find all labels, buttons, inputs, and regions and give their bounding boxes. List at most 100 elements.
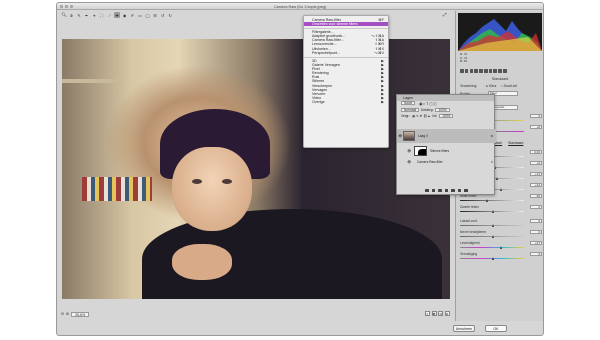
filter-eye-icon[interactable]: 👁︎ bbox=[397, 149, 411, 153]
crop-icon[interactable]: ⛶ bbox=[99, 12, 105, 18]
menu-item-label: Omzetten voor slimme filters bbox=[312, 22, 358, 27]
tool-bar: 🔍︎ ✋︎ ✎ ✒ ⌖ ⛶ ⟋ ✚ ◉ ✐ ▭ ◯ ☰ ↺ ↻ bbox=[57, 10, 457, 20]
view-copy-icon[interactable]: ⇉ bbox=[438, 311, 443, 316]
lens-tab-icon[interactable] bbox=[483, 69, 488, 73]
lock-label: Vergr.: bbox=[401, 114, 411, 118]
view-before-after-icon[interactable]: ▯ bbox=[425, 311, 430, 316]
menu-item[interactable]: Overige ▶ bbox=[304, 100, 388, 104]
treatment-bw-radio[interactable]: ○ Zwart-wit bbox=[501, 84, 517, 88]
zoom-tool-icon[interactable]: 🔍︎ bbox=[61, 12, 67, 18]
slider-knob[interactable] bbox=[500, 245, 502, 249]
default-link[interactable]: Standaard bbox=[508, 141, 523, 145]
graduated-filter-icon[interactable]: ▭ bbox=[137, 12, 143, 18]
camera-raw-filter-row[interactable]: 👁︎ Camera Raw-filter ≡ bbox=[397, 159, 496, 165]
rotate-right-icon[interactable]: ↻ bbox=[167, 12, 173, 18]
slider-value[interactable]: 0 bbox=[530, 251, 542, 256]
slider-knob[interactable] bbox=[486, 198, 488, 202]
view-swap-icon[interactable]: ⇄ bbox=[431, 311, 437, 316]
detail-tab-icon[interactable] bbox=[469, 69, 474, 73]
filter2-eye-icon[interactable]: 👁︎ bbox=[397, 160, 411, 164]
red-eye-icon[interactable]: ◉ bbox=[122, 12, 128, 18]
rotate-left-icon[interactable]: ↺ bbox=[160, 12, 166, 18]
slider-value[interactable]: +5 bbox=[530, 160, 542, 165]
fill-value[interactable]: 100% bbox=[439, 113, 454, 119]
hand-tool-icon[interactable]: ✋︎ bbox=[69, 12, 75, 18]
slider-knob[interactable] bbox=[492, 256, 494, 260]
group-icon[interactable] bbox=[451, 188, 455, 193]
zoom-out-icon[interactable]: ⊟ bbox=[61, 312, 64, 316]
presets-tab-icon[interactable] bbox=[498, 69, 502, 73]
fullscreen-icon[interactable]: ⤢ bbox=[443, 12, 450, 18]
hsl-tab-icon[interactable] bbox=[474, 69, 478, 73]
slider-value[interactable]: 0 bbox=[530, 204, 542, 209]
slider-track[interactable] bbox=[460, 234, 524, 238]
tint-value[interactable]: +8 bbox=[530, 124, 542, 129]
snapshots-tab-icon[interactable] bbox=[503, 69, 507, 73]
split-tab-icon[interactable] bbox=[479, 69, 483, 73]
view-buttons: ▯ ⇄ ⇉ ⧉ bbox=[425, 311, 450, 316]
color-sampler-icon[interactable]: ✒ bbox=[84, 12, 90, 18]
slider-knob[interactable] bbox=[492, 234, 494, 238]
slider-track[interactable] bbox=[460, 209, 524, 213]
slider-knob[interactable] bbox=[492, 209, 494, 213]
slider-track[interactable] bbox=[460, 223, 524, 227]
white-balance-icon[interactable]: ✎ bbox=[76, 12, 82, 18]
preferences-icon[interactable]: ☰ bbox=[152, 12, 158, 18]
slider-value[interactable]: 0,00 bbox=[530, 149, 542, 154]
cancel-button[interactable]: Annuleren bbox=[453, 325, 475, 332]
effects-tab-icon[interactable] bbox=[488, 69, 493, 73]
calibration-tab-icon[interactable] bbox=[493, 69, 498, 73]
menu-item-shortcut: ⌥⌘V bbox=[373, 50, 384, 55]
opacity-value[interactable]: 100% bbox=[435, 107, 450, 113]
slider-value[interactable]: +34 bbox=[530, 182, 542, 187]
link-icon[interactable] bbox=[424, 188, 429, 193]
layer-kind-select[interactable]: Soort bbox=[401, 101, 416, 106]
slider-track[interactable] bbox=[460, 198, 524, 202]
blend-mode-select[interactable]: Normaal bbox=[401, 107, 420, 113]
panel-title: Standaard bbox=[491, 77, 509, 81]
zoom-level[interactable]: 35,6% bbox=[71, 311, 90, 317]
adjustment-brush-icon[interactable]: ✐ bbox=[129, 12, 135, 18]
ok-button[interactable]: OK bbox=[485, 325, 507, 332]
layer-thumbnail bbox=[403, 131, 415, 141]
camera-raw-window: Camera Raw (Do 3 kopie.jpeg) 🔍︎ ✋︎ ✎ ✒ ⌖… bbox=[56, 2, 544, 336]
slider-value[interactable]: 0 bbox=[530, 229, 542, 234]
filter-options-icon[interactable]: ≡ bbox=[491, 160, 496, 164]
slider-knob[interactable] bbox=[492, 223, 494, 227]
trash-icon[interactable] bbox=[464, 188, 469, 193]
temp-value[interactable]: 0 bbox=[530, 113, 542, 118]
layer-row-0[interactable]: 👁︎ Laag 0 ⧉ bbox=[397, 129, 496, 143]
mask-icon[interactable] bbox=[438, 188, 442, 193]
smart-filters-row[interactable]: 👁︎ Slimme filters bbox=[397, 145, 496, 157]
fx-icon[interactable] bbox=[431, 188, 436, 193]
targeted-adjust-icon[interactable]: ⌖ bbox=[91, 12, 97, 18]
slider-knob[interactable] bbox=[496, 176, 498, 180]
menu-item[interactable]: Omzetten voor slimme filters bbox=[304, 22, 388, 27]
spot-removal-icon[interactable]: ✚ bbox=[114, 12, 121, 18]
new-layer-icon[interactable] bbox=[457, 188, 462, 193]
slider-value[interactable]: +27 bbox=[530, 240, 542, 245]
slider-value[interactable]: 0 bbox=[530, 218, 542, 223]
window-title: Camera Raw (Do 3 kopie.jpeg) bbox=[273, 4, 327, 9]
zoom-in-icon[interactable]: ⊞ bbox=[66, 312, 69, 316]
straighten-icon[interactable]: ⟋ bbox=[107, 12, 113, 18]
slider-label: Lokaal cont. bbox=[460, 218, 478, 223]
menu-item[interactable]: Perspectiefpunt... ⌥⌘V bbox=[304, 51, 388, 55]
radial-filter-icon[interactable]: ◯ bbox=[145, 12, 151, 18]
view-toggle-icon[interactable]: ⧉ bbox=[444, 311, 450, 316]
filter-icons[interactable]: ▣ ◐ T ▢ ◫ bbox=[419, 101, 436, 107]
slider-track[interactable] bbox=[460, 256, 524, 260]
slider-value[interactable]: +13 bbox=[530, 171, 542, 176]
treatment-color-radio[interactable]: ● Kleur bbox=[486, 84, 497, 88]
adjust-icon[interactable] bbox=[444, 188, 449, 193]
slider-knob[interactable] bbox=[500, 187, 502, 191]
slider-value[interactable]: -35 bbox=[530, 193, 542, 198]
slider-track[interactable] bbox=[460, 245, 524, 249]
histogram bbox=[458, 13, 542, 51]
image-canvas[interactable] bbox=[62, 39, 450, 299]
curve-tab-icon[interactable] bbox=[464, 69, 469, 73]
basic-tab-icon[interactable] bbox=[460, 69, 464, 73]
slider-row: Lokaal cont. 0 bbox=[460, 218, 542, 223]
slider-row: Verzadiging 0 bbox=[460, 251, 542, 256]
lock-icons[interactable]: ▦ ✎ ✥ ⛓ 🔒︎ bbox=[412, 114, 430, 118]
